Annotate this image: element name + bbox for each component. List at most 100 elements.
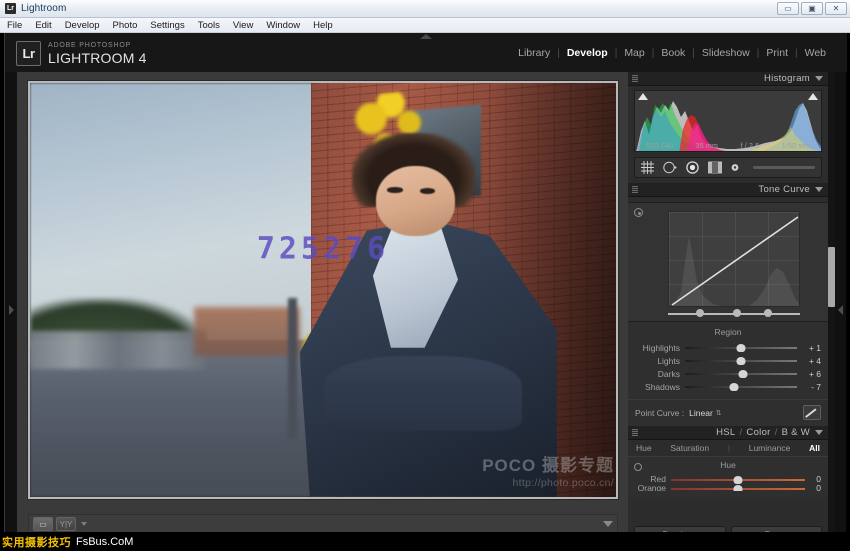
- histogram-panel-header[interactable]: Histogram: [628, 72, 828, 86]
- targeted-adjustment-tool-icon[interactable]: [634, 463, 642, 471]
- slider-knob-darks[interactable]: [739, 370, 748, 378]
- chevron-down-icon[interactable]: [81, 522, 87, 526]
- spot-removal-tool[interactable]: [663, 161, 677, 174]
- module-web[interactable]: Web: [798, 47, 833, 59]
- hsl-tab-separator: |: [728, 444, 730, 453]
- slider-track-shadows[interactable]: [685, 381, 797, 392]
- range-knob-shadows[interactable]: [696, 309, 704, 317]
- module-picker: Library | Develop | Map | Book | Slidesh…: [511, 47, 833, 59]
- module-develop[interactable]: Develop: [560, 47, 615, 59]
- graduated-filter-tool[interactable]: [708, 161, 722, 174]
- point-curve-stepper-icon[interactable]: ⇅: [716, 409, 722, 417]
- right-panel-scrollbar[interactable]: [828, 72, 835, 547]
- tone-curve-grid: [669, 212, 799, 306]
- menu-help[interactable]: Help: [313, 20, 333, 31]
- menu-photo[interactable]: Photo: [113, 20, 138, 31]
- hsl-title-bw[interactable]: B & W: [782, 427, 810, 438]
- module-library[interactable]: Library: [511, 47, 557, 59]
- top-panel-toggle-icon[interactable]: [420, 34, 432, 39]
- chevron-right-icon: [9, 305, 14, 315]
- scrollbar-thumb[interactable]: [828, 247, 835, 307]
- menu-window[interactable]: Window: [266, 20, 300, 31]
- menu-develop[interactable]: Develop: [65, 20, 100, 31]
- minimize-button[interactable]: ▭: [777, 2, 799, 15]
- identity-plate[interactable]: Lr ADOBE PHOTOSHOP LIGHTROOM 4: [16, 41, 147, 66]
- compare-view-button[interactable]: Y|Y: [56, 517, 76, 531]
- brand-title: LIGHTROOM 4: [48, 51, 147, 65]
- identity-bar: Lr ADOBE PHOTOSHOP LIGHTROOM 4 Library |…: [5, 33, 847, 72]
- panel-grip-icon: [632, 75, 638, 82]
- adjustment-brush-tool[interactable]: [731, 162, 742, 173]
- tool-amount-slider[interactable]: [753, 166, 815, 169]
- menu-view[interactable]: View: [233, 20, 253, 31]
- chevron-down-icon[interactable]: [815, 187, 823, 192]
- hsl-panel-header[interactable]: HSL / Color / B & W: [628, 426, 828, 440]
- hsl-track-red[interactable]: [671, 474, 805, 485]
- slider-knob-shadows[interactable]: [730, 383, 739, 391]
- hsl-value-orange: 0: [805, 485, 821, 491]
- maximize-button[interactable]: ▣: [801, 2, 823, 15]
- slider-knob-lights[interactable]: [737, 357, 746, 365]
- hsl-title-color[interactable]: Color: [746, 427, 770, 438]
- menu-edit[interactable]: Edit: [35, 20, 51, 31]
- slider-track-darks[interactable]: [685, 368, 797, 379]
- image-viewer[interactable]: 725276 POCO 摄影专题 http://photo.poco.cn/ ▭…: [17, 72, 629, 547]
- tone-curve-panel-header[interactable]: Tone Curve: [628, 183, 828, 197]
- edit-point-curve-button[interactable]: [803, 405, 821, 420]
- range-knob-midtones[interactable]: [733, 309, 741, 317]
- photo-canvas[interactable]: 725276 POCO 摄影专题 http://photo.poco.cn/: [30, 83, 616, 497]
- hsl-track-orange[interactable]: [671, 485, 805, 491]
- module-slideshow[interactable]: Slideshow: [695, 47, 757, 59]
- tone-curve-range-sliders[interactable]: [668, 309, 800, 318]
- hsl-tab-all[interactable]: All: [809, 443, 820, 453]
- close-button[interactable]: ✕: [825, 2, 847, 15]
- chevron-down-icon[interactable]: [815, 430, 823, 435]
- hsl-tab-hue[interactable]: Hue: [636, 443, 652, 453]
- hsl-tab-saturation[interactable]: Saturation: [670, 443, 709, 453]
- menu-file[interactable]: File: [7, 20, 22, 31]
- lightroom-window: Lr Lightroom ▭ ▣ ✕ File Edit Develop Pho…: [0, 0, 850, 551]
- hsl-title-sep1: /: [739, 427, 742, 438]
- hsl-tab-bar: Hue Saturation | Luminance All: [628, 440, 828, 457]
- module-print[interactable]: Print: [759, 47, 795, 59]
- range-knob-highlights[interactable]: [764, 309, 772, 317]
- exif-readout: ISO 640 35 mm f / 2.5 1/50 sec: [635, 143, 821, 150]
- shadow-clipping-indicator[interactable]: [638, 93, 648, 100]
- histogram-title: Histogram: [764, 73, 810, 84]
- chevron-down-icon[interactable]: [815, 76, 823, 81]
- crop-overlay-tool[interactable]: [641, 161, 654, 174]
- photo-far-buildings: [194, 307, 299, 357]
- menu-settings[interactable]: Settings: [150, 20, 184, 31]
- tone-curve-graph[interactable]: [668, 211, 800, 307]
- region-label: Region: [635, 327, 821, 337]
- footer-cn-text: 实用摄影技巧: [2, 534, 71, 550]
- slider-row-lights[interactable]: Lights + 4: [635, 354, 821, 367]
- hsl-title-hsl[interactable]: HSL: [716, 427, 735, 438]
- menu-tools[interactable]: Tools: [198, 20, 220, 31]
- left-panel-toggle[interactable]: [5, 72, 17, 547]
- slider-row-darks[interactable]: Darks + 6: [635, 367, 821, 380]
- slider-label-highlights: Highlights: [635, 343, 685, 353]
- hsl-knob-orange[interactable]: [734, 485, 743, 491]
- module-book[interactable]: Book: [654, 47, 692, 59]
- histogram-graph[interactable]: ISO 640 35 mm f / 2.5 1/50 sec: [634, 90, 822, 152]
- red-eye-tool[interactable]: [686, 161, 699, 174]
- hsl-row-orange[interactable]: Orange 0: [635, 485, 821, 491]
- slider-knob-highlights[interactable]: [737, 344, 746, 352]
- toolbar-options-chevron-icon[interactable]: [603, 521, 613, 527]
- targeted-adjustment-tool-icon[interactable]: [634, 208, 643, 217]
- module-map[interactable]: Map: [617, 47, 651, 59]
- slider-track-lights[interactable]: [685, 355, 797, 366]
- loupe-view-button[interactable]: ▭: [33, 517, 53, 531]
- hsl-knob-red[interactable]: [734, 476, 743, 484]
- highlight-clipping-indicator[interactable]: [808, 93, 818, 100]
- right-panel-toggle[interactable]: [835, 72, 846, 547]
- develop-tool-strip: [634, 157, 822, 178]
- hsl-row-red[interactable]: Red 0: [635, 473, 821, 485]
- tone-curve-region: Region Highlights + 1 Lights + 4: [628, 322, 828, 399]
- slider-row-highlights[interactable]: Highlights + 1: [635, 341, 821, 354]
- point-curve-value[interactable]: Linear: [689, 408, 713, 418]
- slider-track-highlights[interactable]: [685, 342, 797, 353]
- hsl-tab-luminance[interactable]: Luminance: [749, 443, 791, 453]
- slider-row-shadows[interactable]: Shadows - 7: [635, 380, 821, 393]
